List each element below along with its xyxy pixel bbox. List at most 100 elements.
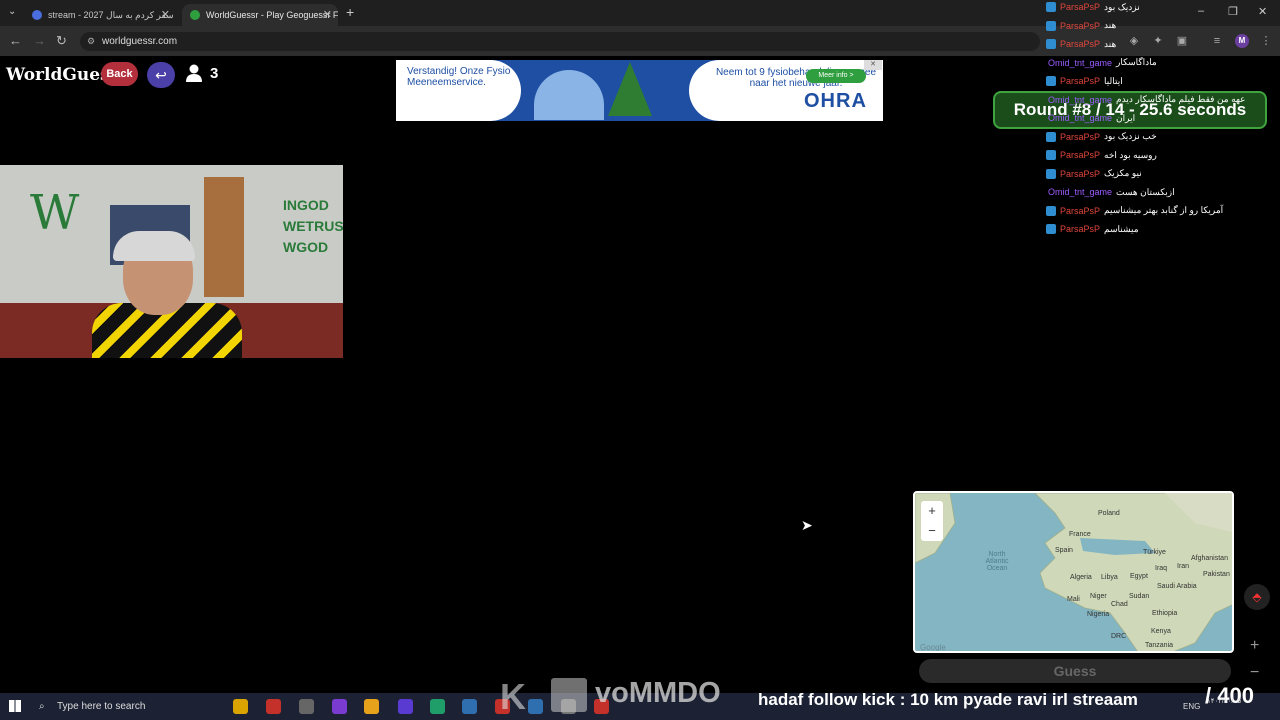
taskbar-app-icon[interactable] [398, 699, 413, 714]
tab-search-icon[interactable]: ⌄ [8, 6, 16, 17]
map-label: Egypt [1130, 573, 1148, 580]
chat-badge-icon [1046, 150, 1056, 160]
ad-banner[interactable]: Verstandig! Onze Fysio Meeneemservice. N… [396, 60, 883, 121]
map-label: Iran [1177, 563, 1190, 570]
taskbar-app-icon[interactable] [430, 699, 445, 714]
map-label: Algeria [1070, 574, 1092, 581]
chat-badge-icon [1046, 168, 1056, 179]
return-icon[interactable]: ↩ [147, 62, 175, 88]
streetview-zoom-in-icon[interactable]: + [1250, 637, 1259, 655]
map-label: Ethiopia [1152, 610, 1178, 617]
compass-icon[interactable]: ⬘ [1244, 584, 1270, 610]
taskbar-app-icon[interactable] [364, 699, 379, 714]
webcam-door [204, 177, 244, 297]
map-label: Iraq [1155, 565, 1168, 572]
taskbar-clock[interactable]: ۱۴۰۲/۱۰/۰۵ [1207, 697, 1241, 706]
map-label: Afghanistan [1191, 555, 1228, 562]
map-zoom-out-button[interactable]: − [921, 521, 943, 541]
map-label: Libya [1101, 574, 1118, 581]
windows-start-icon[interactable] [9, 700, 21, 712]
chat-username: ParsaPsP [1060, 2, 1101, 12]
chat-text: خب نزدیک بود [1104, 131, 1157, 141]
player-count-value: 3 [210, 64, 219, 82]
webcam-graffiti-right: INGOD WETRUST WGOD [283, 197, 343, 255]
chat-username: ParsaPsP [1060, 150, 1101, 160]
taskbar-app-icon[interactable] [332, 699, 347, 714]
taskbar-app-icon[interactable] [299, 699, 314, 714]
webcam-graffiti-left: W [30, 185, 80, 241]
map-label: Niger [1090, 593, 1107, 600]
forward-arrow-icon[interactable]: → [33, 33, 46, 48]
guess-button[interactable]: Guess [919, 659, 1231, 683]
chat-message: ParsaPsP نزدیک بود [1046, 0, 1140, 14]
chat-text: ایران [1116, 112, 1136, 123]
back-arrow-icon[interactable]: ← [9, 33, 22, 48]
tab-favicon-icon [32, 10, 42, 20]
taskbar-app-icon[interactable] [462, 699, 477, 714]
streetview-zoom-out-icon[interactable]: − [1250, 664, 1259, 682]
chat-badge-icon [1046, 131, 1056, 142]
ad-cta-button[interactable]: Meer info > [806, 69, 866, 83]
ad-people-illustration [534, 70, 604, 120]
map-label: Tanzania [1145, 642, 1174, 649]
map-zoom-in-button[interactable]: + [921, 501, 943, 521]
close-icon[interactable]: ✕ [161, 8, 170, 21]
chat-message: Omid_tnt_game ایران [1048, 111, 1135, 125]
chat-username: ParsaPsP [1060, 20, 1101, 31]
chat-badge-icon [1046, 2, 1056, 12]
chat-message: ParsaPsP نیو مکزیک [1046, 167, 1142, 181]
chat-username: ParsaPsP [1060, 131, 1101, 142]
chat-text: آمریکا رو از گنابد بهتر میشناسیم [1104, 205, 1224, 215]
chat-text: هند [1104, 38, 1117, 49]
chat-message: ParsaPsP آمریکا رو از گنابد بهتر میشناسیم [1046, 204, 1223, 218]
chat-message: ParsaPsP هند [1046, 37, 1116, 51]
ad-tree-illustration [608, 62, 652, 116]
chat-badge-icon [1046, 224, 1056, 234]
chat-text: نزدیک بود [1104, 1, 1140, 12]
map-watermark: Google [920, 643, 946, 652]
chat-message: ParsaPsP میشناسم [1046, 222, 1139, 236]
chat-text: ایتالیا [1104, 75, 1123, 86]
chat-username: Omid_tnt_game [1048, 187, 1113, 197]
url-field[interactable]: ⚙ worldguessr.com [80, 32, 1040, 51]
twitch-logo [551, 678, 587, 712]
chat-text: ازبکستان هست [1116, 186, 1175, 197]
url-text: worldguessr.com [102, 36, 178, 47]
chat-username: ParsaPsP [1060, 168, 1101, 179]
map-label: Sudan [1129, 593, 1150, 600]
stream-brand: voMMDO [595, 677, 721, 709]
taskbar-search-placeholder: Type here to search [57, 701, 146, 712]
tab-title: WorldGuessr - Play Geoguessr F... [206, 10, 338, 20]
map-label: Nigeria [1087, 611, 1110, 618]
guess-map[interactable]: + − Poland France Spain Türkiye Iraq Ira… [913, 491, 1234, 653]
map-zoom-control[interactable]: + − [921, 501, 943, 541]
site-info-icon[interactable]: ⚙ [87, 32, 95, 51]
language-indicator[interactable]: ENG [1183, 702, 1200, 711]
taskbar-app-icon[interactable] [266, 699, 281, 714]
player-count: 3 [186, 64, 218, 82]
chat-username: Omid_tnt_game [1048, 113, 1113, 123]
tab-title: stream - 2027 سفر کردم به سال [48, 9, 174, 20]
tab-worldguessr[interactable]: WorldGuessr - Play Geoguessr F... ✕ [182, 4, 338, 26]
chat-text: عهه من فقط فیلم ماداگاسکار دیدم [1116, 94, 1246, 104]
map-label: Chad [1111, 601, 1128, 608]
map-label: Pakistan [1203, 571, 1230, 578]
stream-ticker: hadaf follow kick : 10 km pyade ravi irl… [758, 690, 1138, 709]
stream-chat: ParsaPsP نزدیک بود ParsaPsP هند ParsaPsP هند O… [1044, 0, 1280, 240]
search-icon: ⌕ [39, 701, 45, 712]
map-land [915, 493, 1232, 651]
new-tab-icon[interactable]: + [346, 4, 354, 20]
chat-message: Omid_tnt_game ماداگاسکار [1048, 56, 1157, 70]
back-button[interactable]: Back [101, 62, 138, 86]
chat-message: ParsaPsP خب نزدیک بود [1046, 130, 1157, 144]
taskbar-search[interactable]: ⌕ Type here to search [33, 695, 168, 718]
taskbar-app-icon[interactable] [233, 699, 248, 714]
map-ocean-label: North Atlantic Ocean [985, 551, 1009, 572]
ad-close-icon[interactable]: ✕ [864, 60, 882, 70]
map-label: Spain [1055, 547, 1073, 554]
chat-message: Omid_tnt_game عهه من فقط فیلم ماداگاسکار … [1048, 93, 1245, 107]
tab-stream[interactable]: stream - 2027 سفر کردم به سال ✕ [24, 4, 176, 26]
reload-icon[interactable]: ↻ [56, 33, 67, 49]
chat-message: Omid_tnt_game ازبکستان هست [1048, 185, 1175, 199]
close-icon[interactable]: ✕ [323, 8, 332, 21]
